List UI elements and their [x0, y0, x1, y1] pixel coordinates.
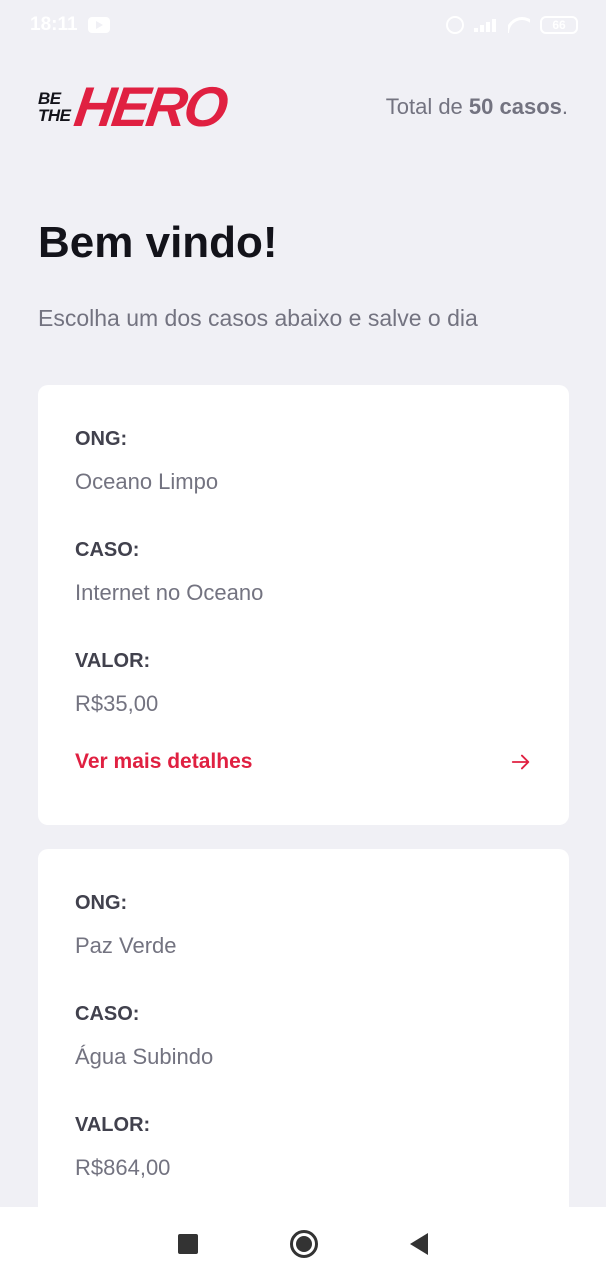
total-suffix: . [561, 94, 568, 119]
ong-label: ONG: [75, 428, 128, 450]
incident-card: ONG: Paz Verde CASO: Água Subindo VALOR:… [38, 849, 569, 1229]
total-count: 50 casos [468, 94, 562, 119]
ong-value: Paz Verde [75, 933, 177, 958]
battery-icon: 66 [540, 16, 578, 34]
incident-card: ONG: Oceano Limpo CASO: Internet no Ocea… [38, 385, 569, 825]
valor-label: VALOR: [75, 1114, 151, 1136]
status-time: 18:11 [30, 14, 78, 35]
logo-hero: HERO [70, 75, 229, 138]
page-title: Bem vindo! [38, 218, 278, 267]
total-cases: Total de 50 casos. [386, 94, 568, 120]
alarm-icon [446, 16, 464, 34]
total-prefix: Total de [385, 94, 469, 119]
caso-label: CASO: [75, 1003, 140, 1025]
valor-value: R$35,00 [75, 691, 159, 716]
status-left: 18:11 [30, 14, 110, 36]
logo-small: BE THE [38, 90, 71, 124]
status-right: 66 [446, 16, 578, 34]
status-bar: 18:11 66 [0, 0, 606, 50]
page-subtitle: Escolha um dos casos abaixo e salve o di… [38, 305, 478, 331]
caso-value: Água Subindo [75, 1044, 214, 1069]
wifi-icon [508, 17, 530, 33]
ong-value: Oceano Limpo [75, 469, 219, 494]
arrow-right-icon [511, 754, 530, 770]
caso-value: Internet no Oceano [75, 580, 264, 605]
header: BE THE HERO Total de 50 casos. [38, 74, 568, 140]
signal-icon [474, 18, 498, 32]
youtube-icon [87, 17, 110, 33]
valor-label: VALOR: [75, 650, 151, 672]
system-nav-bar [0, 1207, 606, 1280]
ong-label: ONG: [75, 892, 128, 914]
triangle-back-icon[interactable] [410, 1232, 428, 1255]
logo: BE THE HERO [38, 75, 229, 138]
caso-label: CASO: [75, 539, 140, 561]
logo-be: BE [38, 89, 61, 108]
circle-icon[interactable] [290, 1229, 318, 1258]
square-icon[interactable] [178, 1233, 198, 1254]
details-label: Ver mais detalhes [75, 750, 253, 773]
valor-value: R$864,00 [75, 1155, 171, 1180]
logo-the: THE [38, 106, 71, 125]
details-button[interactable]: Ver mais detalhes [75, 750, 532, 774]
